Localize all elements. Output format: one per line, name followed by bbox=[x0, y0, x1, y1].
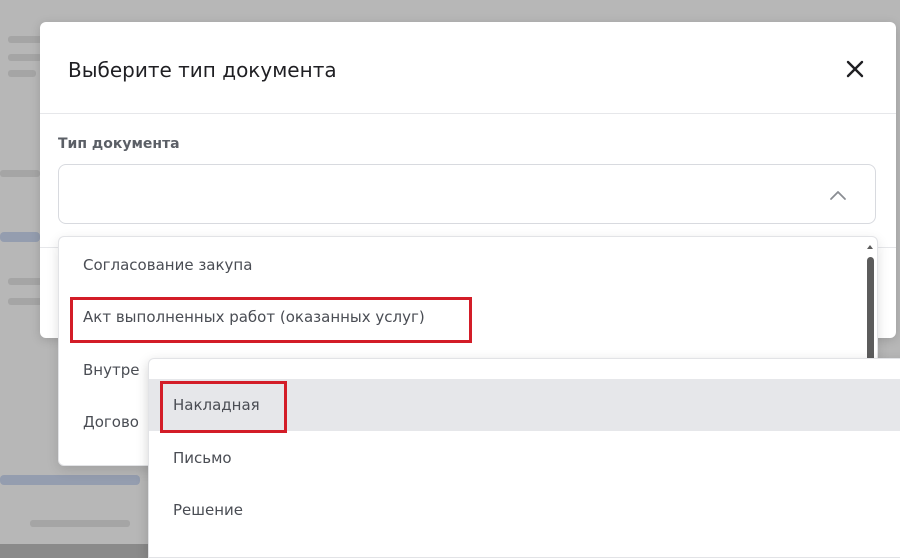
dropdown-item[interactable]: Акт выполненных работ (оказанных услуг) bbox=[83, 308, 425, 326]
submenu-item-label: Решение bbox=[173, 501, 244, 519]
dropdown-item[interactable]: Догово bbox=[83, 413, 139, 431]
close-button[interactable] bbox=[842, 56, 868, 82]
document-type-select[interactable] bbox=[58, 164, 876, 224]
chevron-up-icon bbox=[830, 191, 846, 200]
modal-title: Выберите тип документа bbox=[68, 58, 337, 82]
background-text bbox=[8, 70, 36, 77]
background-link bbox=[0, 475, 140, 485]
submenu-item-label: Письмо bbox=[173, 449, 232, 467]
document-subtype-menu: Накладная Письмо Решение bbox=[148, 358, 900, 558]
close-icon bbox=[846, 60, 864, 78]
dropdown-item[interactable]: Согласование закупа bbox=[83, 256, 252, 274]
scroll-up-arrow-icon[interactable] bbox=[866, 243, 874, 251]
background-text bbox=[8, 54, 42, 61]
background-link bbox=[0, 232, 40, 242]
submenu-item-label: Накладная bbox=[173, 396, 260, 414]
submenu-item-pismo[interactable]: Письмо bbox=[149, 432, 900, 484]
submenu-item-nakladnaya[interactable]: Накладная bbox=[149, 379, 900, 431]
background-text bbox=[30, 520, 130, 527]
dropdown-item[interactable]: Внутре bbox=[83, 361, 139, 379]
modal-header: Выберите тип документа bbox=[40, 22, 896, 114]
submenu-item-reshenie[interactable]: Решение bbox=[149, 484, 900, 536]
background-text bbox=[0, 170, 40, 177]
document-type-label: Тип документа bbox=[58, 136, 180, 152]
background-text bbox=[8, 298, 44, 305]
